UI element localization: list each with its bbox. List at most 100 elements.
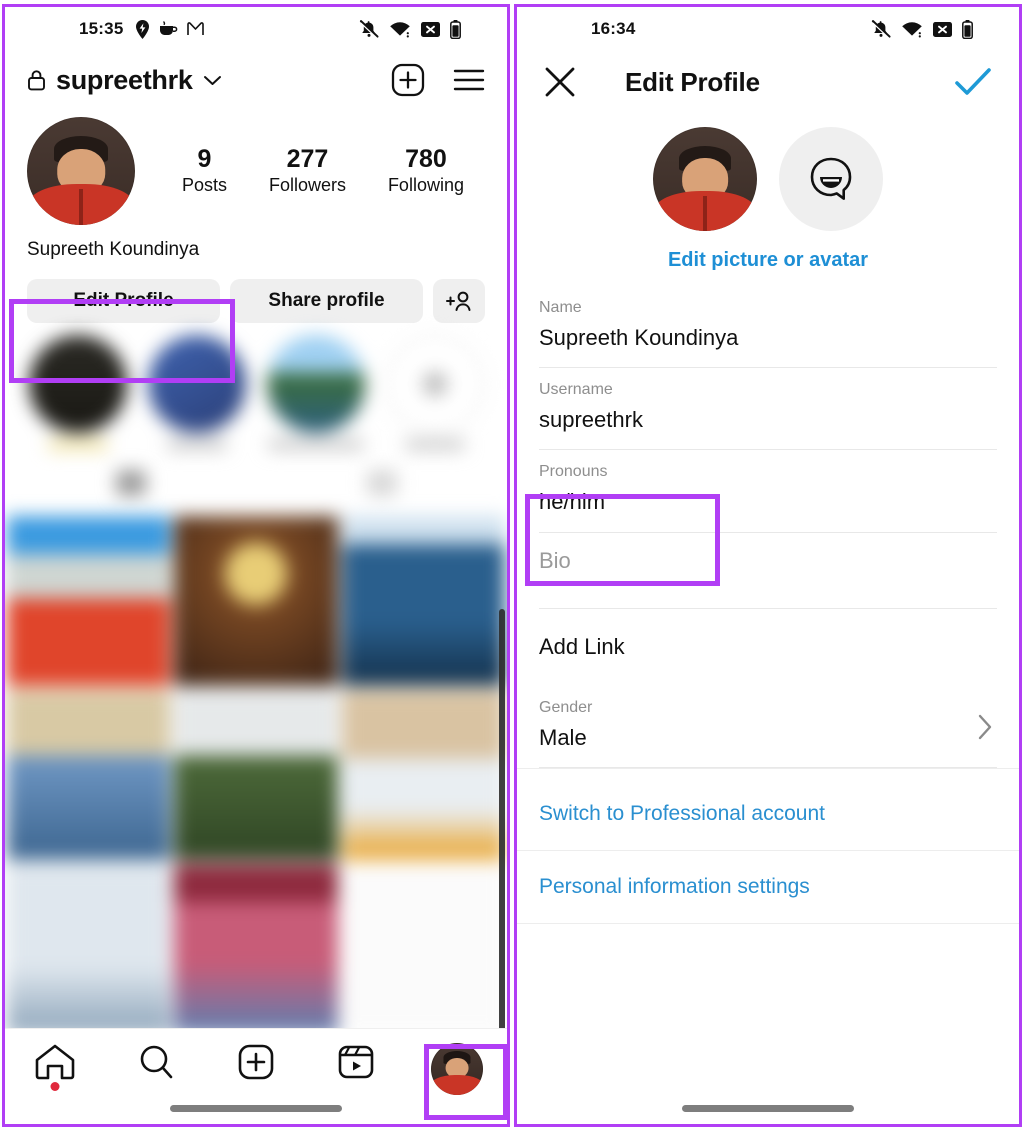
stat-following-count: 780	[405, 144, 447, 173]
edit-profile-screen: 16:34 Edit Profile Edit picture or avata…	[514, 4, 1022, 1127]
stat-followers-label: Followers	[268, 174, 346, 195]
nav-item-create[interactable]	[206, 1043, 306, 1081]
stat-followers[interactable]: 277 Followers	[269, 145, 346, 197]
system-gesture-bar	[682, 1105, 854, 1112]
battery-icon	[962, 19, 973, 39]
section-divider	[517, 768, 1019, 779]
nav-item-profile[interactable]	[407, 1043, 507, 1095]
grid-photo[interactable]	[7, 864, 171, 1034]
avatar-face-icon	[805, 155, 857, 203]
grid-photo[interactable]	[341, 864, 505, 1034]
field-bio-placeholder: Bio	[539, 547, 571, 573]
no-sim-icon	[421, 21, 440, 37]
story-highlights-row[interactable]	[5, 323, 507, 450]
profile-avatar-icon	[430, 1043, 483, 1095]
field-name-label: Name	[539, 299, 582, 316]
field-bio[interactable]: Bio	[539, 533, 997, 609]
avatar-option-button[interactable]	[779, 127, 883, 231]
chevron-right-icon	[977, 713, 993, 741]
stat-following[interactable]: 780 Following	[388, 145, 464, 197]
story-highlight-item[interactable]	[23, 335, 132, 450]
bottom-navigation-bar	[5, 1028, 507, 1124]
field-gender-value: Male	[539, 724, 587, 750]
highlight-thumbnail	[147, 335, 246, 433]
grid-photo[interactable]	[174, 864, 338, 1034]
grid-photo[interactable]	[174, 690, 338, 860]
highlight-label	[47, 439, 108, 450]
stat-followers-count: 277	[286, 144, 329, 173]
stat-posts[interactable]: 9 Posts	[182, 145, 227, 197]
page-title: Edit Profile	[625, 66, 760, 97]
edit-profile-button[interactable]: Edit Profile	[27, 279, 220, 323]
home-icon	[34, 1043, 76, 1081]
grid-photo[interactable]	[7, 690, 171, 860]
profile-action-buttons: Edit Profile Share profile	[5, 261, 507, 323]
username-menu[interactable]: supreethrk	[27, 65, 222, 96]
add-person-button[interactable]	[433, 279, 485, 323]
profile-picture[interactable]	[653, 127, 757, 231]
field-username[interactable]: Username supreethrk	[539, 368, 997, 451]
plus-square-icon[interactable]	[391, 63, 425, 97]
stat-posts-count: 9	[197, 144, 212, 173]
profile-tabs-row[interactable]	[5, 450, 507, 516]
hamburger-menu-icon[interactable]	[453, 68, 485, 92]
highlight-thumbnail	[28, 335, 127, 433]
coffee-cup-icon	[159, 21, 178, 37]
field-add-link[interactable]: Add Link	[539, 609, 997, 686]
profile-photo-grid[interactable]	[5, 516, 507, 1034]
close-x-icon[interactable]	[543, 65, 577, 99]
edit-picture-link[interactable]: Edit picture or avatar	[668, 249, 868, 272]
edit-profile-header: Edit Profile	[517, 51, 1019, 113]
field-pronouns[interactable]: Pronouns he/him	[539, 450, 997, 533]
grid-photo[interactable]	[174, 516, 338, 686]
grid-photo[interactable]	[341, 690, 505, 860]
chevron-down-icon[interactable]	[203, 74, 222, 87]
notifications-off-icon	[871, 19, 891, 39]
tab-grid[interactable]	[5, 470, 256, 496]
wifi-icon	[901, 21, 923, 38]
field-pronouns-value: he/him	[539, 489, 606, 515]
checkmark-icon[interactable]	[953, 66, 993, 98]
nav-item-reels[interactable]	[306, 1043, 406, 1081]
lock-icon	[27, 69, 46, 91]
field-name[interactable]: Name Supreeth Koundinya	[539, 286, 997, 369]
field-name-value: Supreeth Koundinya	[539, 325, 739, 350]
nav-item-search[interactable]	[105, 1043, 205, 1081]
screenshot-stage: 15:35 supreethrk 9 Posts 277 Followers 7…	[0, 0, 1024, 1131]
personal-information-settings-link[interactable]: Personal information settings	[517, 851, 1019, 925]
avatar-shirt	[27, 183, 135, 225]
header-actions	[391, 63, 485, 97]
field-gender[interactable]: Gender Male	[539, 686, 997, 769]
story-highlight-item[interactable]	[142, 335, 251, 450]
story-highlight-item[interactable]	[261, 335, 370, 450]
nav-item-home[interactable]	[5, 1043, 105, 1091]
highlight-label	[267, 439, 364, 450]
grid-photo[interactable]	[7, 516, 171, 686]
share-profile-button[interactable]: Share profile	[230, 279, 423, 323]
battery-icon	[450, 19, 461, 39]
status-bar-notification-icons	[135, 19, 205, 39]
location-pin-icon	[135, 19, 150, 39]
vertical-scrollbar[interactable]	[499, 609, 505, 1039]
status-bar-left: 15:35	[5, 7, 507, 51]
tagged-icon	[366, 470, 397, 496]
grid-photo[interactable]	[341, 516, 505, 686]
notifications-off-icon	[359, 19, 379, 39]
highlight-thumbnail	[266, 335, 365, 433]
status-bar-right: 16:34	[517, 7, 1019, 51]
add-link-label: Add Link	[539, 633, 625, 659]
status-bar-system-icons	[871, 19, 973, 39]
story-highlight-new[interactable]	[380, 335, 489, 450]
profile-avatar[interactable]	[27, 117, 135, 225]
profile-stats: 9 Posts 277 Followers 780 Following	[135, 145, 485, 197]
status-bar-system-icons	[359, 19, 461, 39]
field-username-label: Username	[539, 381, 613, 399]
stat-following-label: Following	[387, 174, 464, 195]
new-highlight-icon	[385, 335, 484, 433]
tab-tagged[interactable]	[256, 470, 507, 496]
switch-professional-account-link[interactable]: Switch to Professional account	[517, 778, 1019, 852]
reels-icon	[336, 1043, 376, 1081]
field-pronouns-label: Pronouns	[539, 463, 608, 481]
profile-username: supreethrk	[56, 64, 193, 95]
highlight-label	[404, 439, 465, 450]
